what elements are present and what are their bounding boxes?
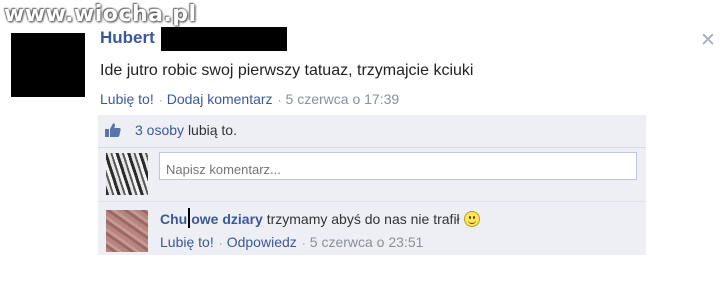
text-cursor bbox=[188, 208, 191, 228]
reply-timestamp[interactable]: 5 czerwca o 23:51 bbox=[310, 234, 424, 250]
post-author[interactable]: Hubert bbox=[100, 28, 155, 48]
post-meta: Lubię to! · Dodaj komentarz · 5 czerwca o 17… bbox=[100, 91, 399, 107]
reply-author[interactable]: Chu owe dziary bbox=[160, 208, 263, 228]
reply-meta: Lubię to! · Odpowiedz · 5 czerwca o 23:51 bbox=[160, 234, 423, 250]
separator-dot: · bbox=[158, 93, 163, 107]
author-avatar[interactable] bbox=[11, 33, 85, 97]
separator-dot: · bbox=[277, 93, 282, 107]
comment-input[interactable] bbox=[159, 152, 637, 180]
likes-suffix: lubią to. bbox=[187, 122, 237, 138]
post-status-text: Ide jutro robic swoj pierwszy tatuaz, tr… bbox=[100, 62, 474, 79]
separator-dot: · bbox=[218, 236, 223, 250]
redaction-bar bbox=[161, 27, 287, 51]
reply-author-part: Chu bbox=[160, 211, 188, 227]
comments-panel: 3 osoby lubią to. Chuowe dziary trzymamy… bbox=[98, 115, 646, 255]
reply-avatar[interactable] bbox=[106, 210, 148, 252]
post-timestamp[interactable]: 5 czerwca o 17:39 bbox=[286, 91, 400, 107]
thumbs-up-icon bbox=[105, 123, 121, 137]
likes-count-link[interactable]: 3 osoby bbox=[135, 122, 184, 138]
watermark: www.wiocha.pl bbox=[4, 2, 197, 27]
reply-link[interactable]: Odpowiedz bbox=[227, 234, 297, 250]
smiley-icon bbox=[463, 211, 480, 227]
divider bbox=[98, 201, 646, 202]
like-link[interactable]: Lubię to! bbox=[100, 91, 154, 107]
reply-text: trzymamy abyś do nas nie trafił bbox=[266, 211, 460, 227]
likes-summary: 3 osoby lubią to. bbox=[98, 115, 646, 148]
commenter-avatar bbox=[106, 153, 148, 195]
separator-dot: · bbox=[301, 236, 306, 250]
likes-text: 3 osoby lubią to. bbox=[135, 122, 237, 138]
reply-author-part: owe dziary bbox=[191, 211, 263, 227]
close-icon[interactable]: ✕ bbox=[700, 29, 716, 51]
reply-comment: Chu owe dziary trzymamy abyś do nas nie t… bbox=[160, 208, 480, 228]
reply-like-link[interactable]: Lubię to! bbox=[160, 234, 214, 250]
add-comment-link[interactable]: Dodaj komentarz bbox=[167, 91, 273, 107]
